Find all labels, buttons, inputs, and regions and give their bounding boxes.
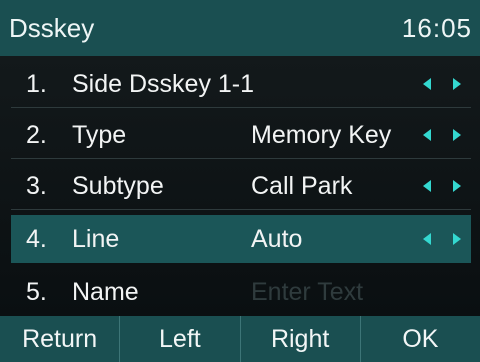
list-item-side-dsskey[interactable]: 1. Side Dsskey 1-1: [11, 60, 471, 108]
item-label: Side Dsskey 1-1: [72, 70, 255, 98]
softkey-bar: Return Left Right OK: [0, 316, 480, 362]
arrow-right-icon[interactable]: [453, 180, 461, 192]
line-value[interactable]: Auto: [251, 215, 409, 263]
option-switch[interactable]: [423, 215, 461, 263]
return-button[interactable]: Return: [0, 316, 119, 362]
item-number: 5.: [26, 278, 47, 306]
option-switch[interactable]: [423, 162, 461, 210]
item-label: Subtype: [72, 172, 164, 200]
item-label: Type: [72, 121, 127, 149]
left-button[interactable]: Left: [119, 316, 239, 362]
item-number: 4.: [26, 225, 47, 253]
option-switch[interactable]: [423, 60, 461, 108]
item-number: 1.: [26, 70, 47, 98]
title-bar: Dsskey 16:05: [0, 0, 480, 56]
item-label: Name: [72, 278, 139, 306]
page-title: Dsskey: [9, 12, 95, 43]
name-input[interactable]: Enter Text: [251, 268, 409, 316]
arrow-right-icon[interactable]: [453, 129, 461, 141]
subtype-value[interactable]: Call Park: [251, 162, 409, 210]
list-item-subtype[interactable]: 3. Subtype Call Park: [11, 162, 471, 210]
arrow-left-icon[interactable]: [423, 78, 431, 90]
type-value[interactable]: Memory Key: [251, 111, 409, 159]
arrow-left-icon[interactable]: [423, 180, 431, 192]
settings-list: 1. Side Dsskey 1-1 2. Type Memory Key 3.…: [0, 56, 480, 316]
item-number: 2.: [26, 121, 47, 149]
list-item-type[interactable]: 2. Type Memory Key: [11, 111, 471, 159]
list-item-line[interactable]: 4. Line Auto: [11, 215, 471, 263]
option-switch[interactable]: [423, 111, 461, 159]
arrow-left-icon[interactable]: [423, 129, 431, 141]
item-number: 3.: [26, 172, 47, 200]
item-label: Line: [72, 225, 120, 253]
phone-screen: Dsskey 16:05 1. Side Dsskey 1-1 2. Type …: [0, 0, 480, 362]
arrow-right-icon[interactable]: [453, 233, 461, 245]
ok-button[interactable]: OK: [359, 316, 480, 362]
arrow-right-icon[interactable]: [453, 78, 461, 90]
arrow-left-icon[interactable]: [423, 233, 431, 245]
clock: 16:05: [401, 12, 472, 43]
list-item-name[interactable]: 5. Name Enter Text: [11, 268, 471, 316]
right-button[interactable]: Right: [239, 316, 360, 362]
